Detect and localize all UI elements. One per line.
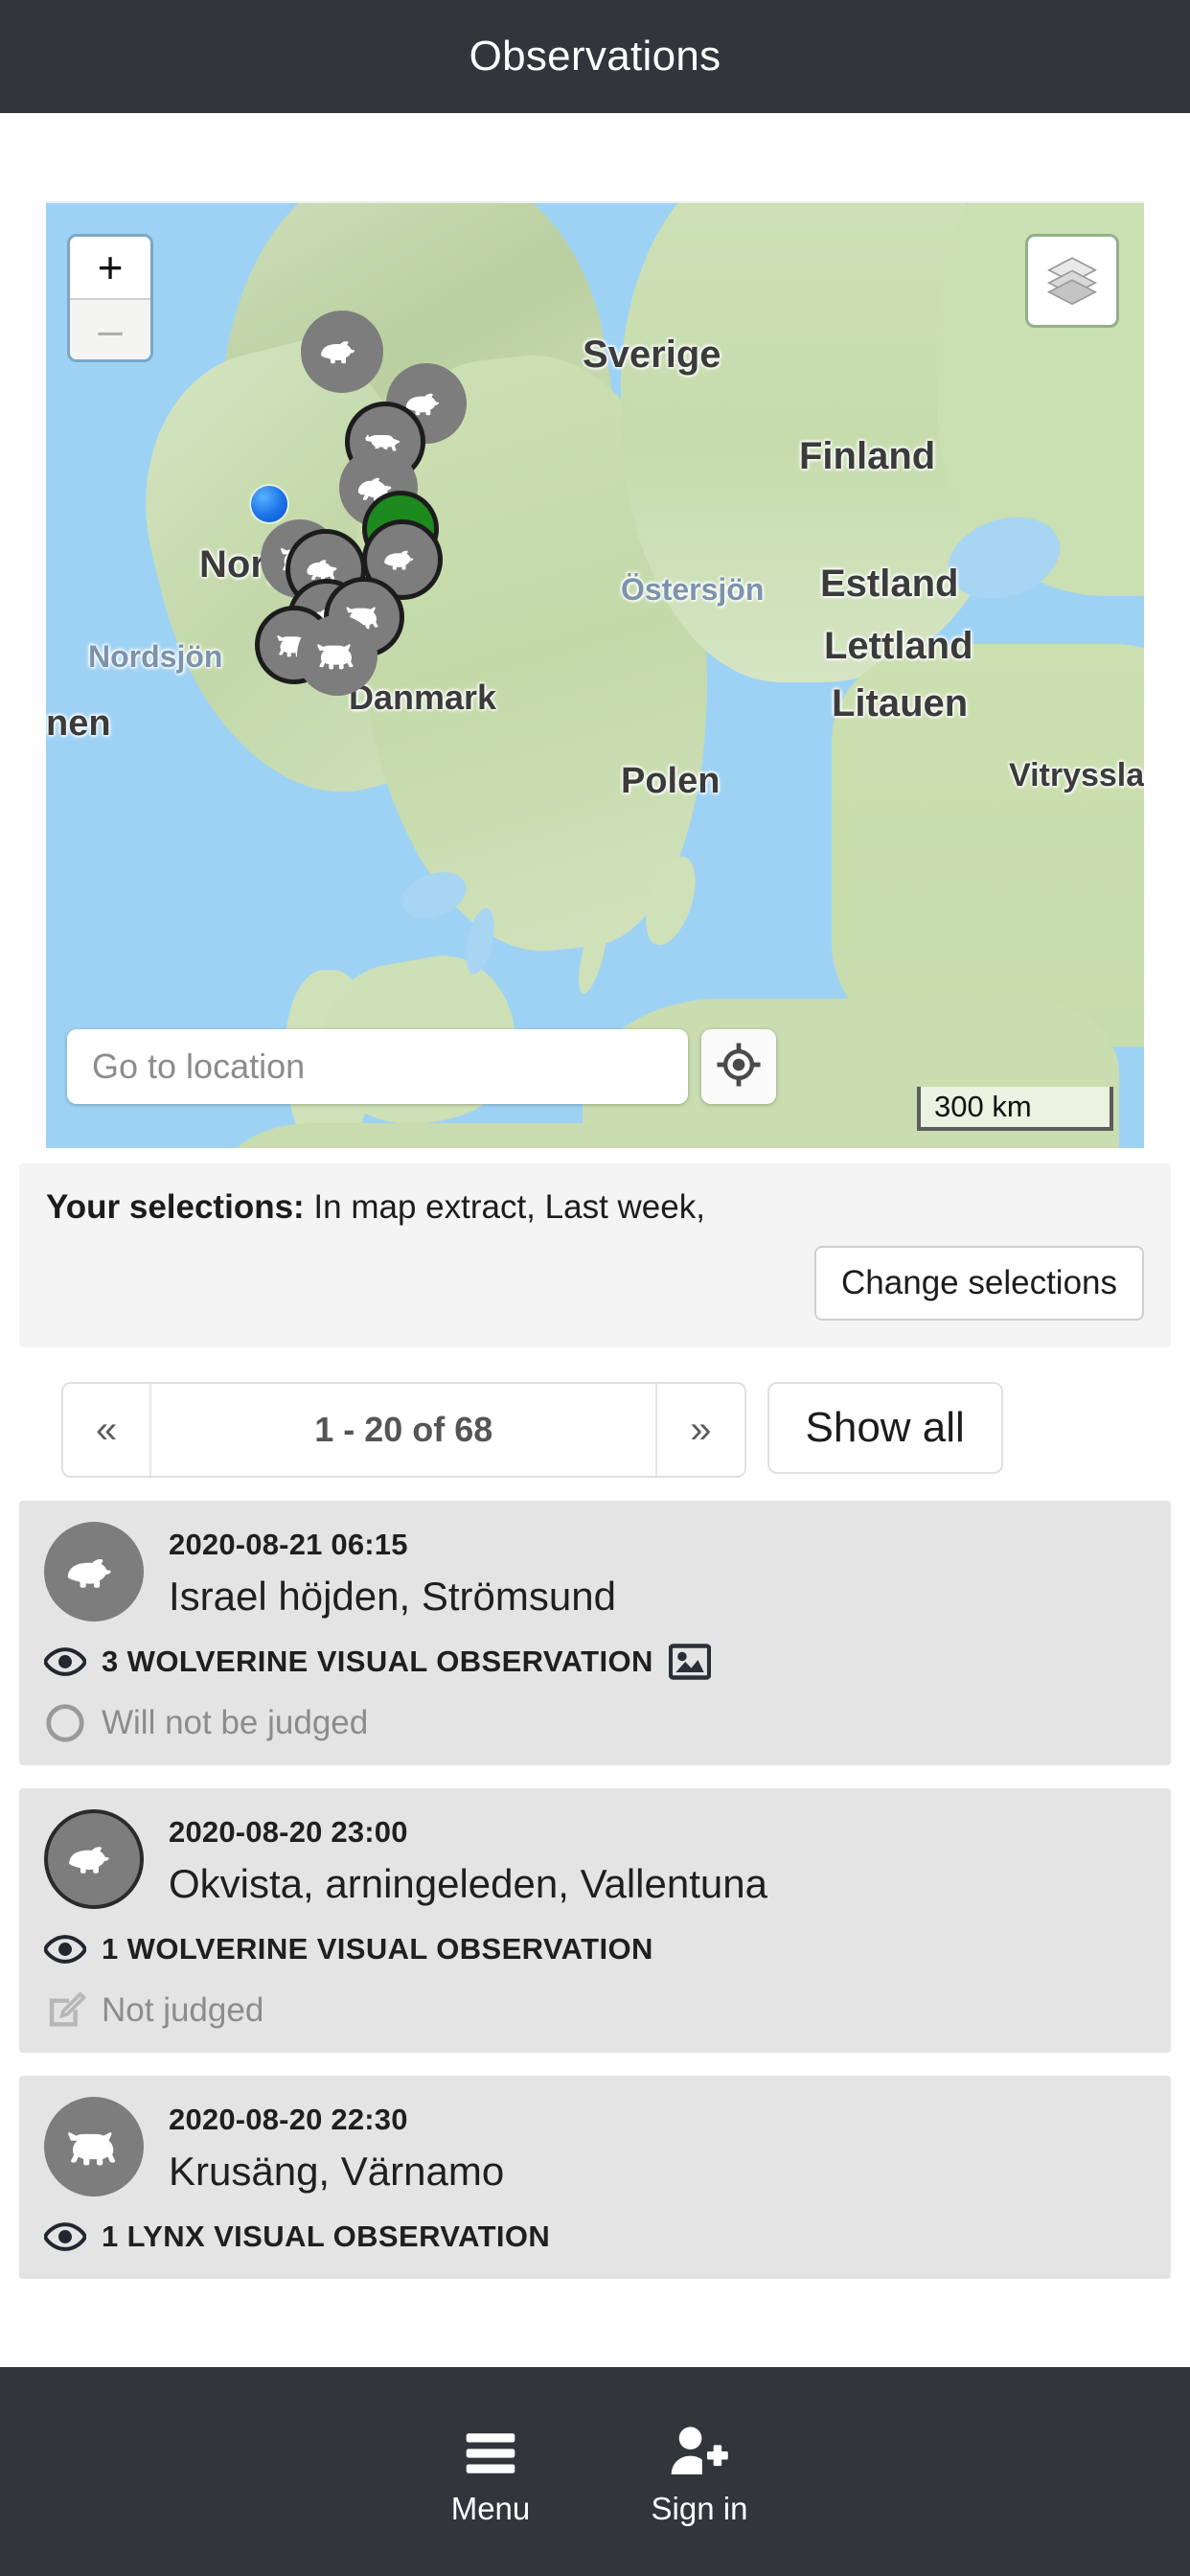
pager-group: « 1 - 20 of 68 » [61, 1382, 746, 1478]
selections-summary: Your selections: In map extract, Last we… [46, 1188, 1144, 1227]
pencil-icon [44, 1990, 86, 2032]
page-title: Observations [469, 33, 721, 80]
map-section: Sverige Norge Finland Estland Lettland Litaue… [0, 113, 1190, 1148]
nav-item-sign-in[interactable]: Sign in [612, 2416, 787, 2527]
layers-button[interactable] [1025, 234, 1119, 328]
observation-species: 3 WOLVERINE VISUAL OBSERVATION [102, 1644, 653, 1678]
landmass-germany [218, 1123, 640, 1148]
observation-datetime: 2020-08-20 22:30 [169, 2103, 408, 2136]
bear-icon [67, 1558, 111, 1588]
observation-card[interactable]: 2020-08-20 22:30 Krusäng, Värnamo 1 LYNX V… [19, 2076, 1171, 2279]
user-location-dot [251, 486, 287, 522]
observation-status-line: Will not be judged [44, 1702, 1146, 1744]
observation-header: 2020-08-21 06:15 Israel höjden, Strömsund [44, 1522, 1146, 1622]
observation-status: Will not be judged [102, 1704, 369, 1741]
observation-heading: 2020-08-20 23:00 Okvista, arningeleden, V… [169, 1809, 767, 1907]
observation-place: Okvista, arningeleden, Vallentuna [169, 1861, 767, 1906]
app-header: Observations [0, 0, 1190, 113]
goto-location-input[interactable] [67, 1029, 688, 1104]
observation-card[interactable]: 2020-08-21 06:15 Israel höjden, Strömsund… [19, 1501, 1171, 1765]
layers-icon [1044, 251, 1100, 311]
nav-item-menu[interactable]: Menu [403, 2416, 578, 2527]
map-label: nen [46, 703, 111, 744]
observation-species-line: 1 WOLVERINE VISUAL OBSERVATION [44, 1928, 1146, 1970]
observation-status-line: Not judged [44, 1990, 1146, 2032]
change-selections-wrap: Change selections [46, 1246, 1144, 1321]
observation-species-line: 1 LYNX VISUAL OBSERVATION [44, 2216, 1146, 2258]
observation-place: Israel höjden, Strömsund [169, 1574, 616, 1619]
geolocate-button[interactable] [701, 1029, 776, 1104]
pager-range-label: 1 - 20 of 68 [151, 1384, 658, 1476]
map-search-row [67, 1029, 776, 1104]
lynx-icon [67, 2131, 115, 2166]
show-all-button[interactable]: Show all [767, 1382, 1003, 1474]
nav-item-menu-label: Menu [450, 2491, 531, 2526]
map-scale-bar: 300 km [917, 1087, 1113, 1131]
pagination-bar: « 1 - 20 of 68 » Show all [61, 1382, 1129, 1478]
observation-status: Not judged [102, 1991, 264, 2029]
observation-species: 1 LYNX VISUAL OBSERVATION [102, 2220, 551, 2253]
observation-species: 1 WOLVERINE VISUAL OBSERVATION [102, 1932, 653, 1966]
selections-panel: Your selections: In map extract, Last we… [19, 1163, 1171, 1347]
observation-place: Krusäng, Värnamo [169, 2149, 505, 2194]
observation-heading: 2020-08-21 06:15 Israel höjden, Strömsund [169, 1522, 616, 1620]
map-marker-bear[interactable] [301, 310, 383, 393]
observation-card[interactable]: 2020-08-20 23:00 Okvista, arningeleden, V… [19, 1788, 1171, 2053]
lynx-icon [317, 644, 354, 670]
observation-avatar [44, 1522, 144, 1622]
eye-icon [44, 2216, 86, 2258]
zoom-out-button[interactable]: – [70, 298, 150, 359]
observation-header: 2020-08-20 23:00 Okvista, arningeleden, V… [44, 1809, 1146, 1909]
crosshair-icon [714, 1040, 764, 1094]
selections-value: In map extract, Last week, [304, 1188, 705, 1226]
bear-icon [69, 1847, 109, 1874]
observation-species-line: 3 WOLVERINE VISUAL OBSERVATION [44, 1641, 1146, 1683]
observation-datetime: 2020-08-21 06:15 [169, 1528, 408, 1561]
observation-datetime: 2020-08-20 23:00 [169, 1815, 408, 1849]
pager-prev-button[interactable]: « [63, 1384, 152, 1476]
selections-label: Your selections: [46, 1188, 305, 1226]
circle-icon [44, 1702, 86, 1744]
observation-header: 2020-08-20 22:30 Krusäng, Värnamo [44, 2097, 1146, 2196]
map-zoom-control[interactable]: + – [67, 234, 153, 362]
observation-avatar [44, 2097, 144, 2196]
hamburger-icon [464, 2416, 517, 2475]
bear-icon [384, 551, 414, 570]
zoom-in-button[interactable]: + [70, 237, 150, 298]
change-selections-button[interactable]: Change selections [814, 1246, 1144, 1321]
user-plus-icon [670, 2416, 729, 2475]
map-canvas[interactable]: Sverige Norge Finland Estland Lettland Litaue… [46, 201, 1144, 1148]
observation-heading: 2020-08-20 22:30 Krusäng, Värnamo [169, 2097, 504, 2195]
bottom-nav: Menu Sign in [0, 2367, 1190, 2576]
landmass-baltics [832, 644, 1144, 1046]
observation-list: 2020-08-21 06:15 Israel höjden, Strömsund… [19, 1501, 1171, 2279]
eye-icon [44, 1928, 86, 1970]
observation-avatar [44, 1809, 144, 1909]
map-marker-lynx[interactable] [297, 615, 378, 696]
eye-icon [44, 1641, 86, 1683]
bear-icon [321, 341, 355, 364]
nav-item-sign-in-label: Sign in [651, 2491, 748, 2526]
pager-next-button[interactable]: » [657, 1384, 744, 1476]
photo-icon[interactable] [668, 1641, 711, 1683]
